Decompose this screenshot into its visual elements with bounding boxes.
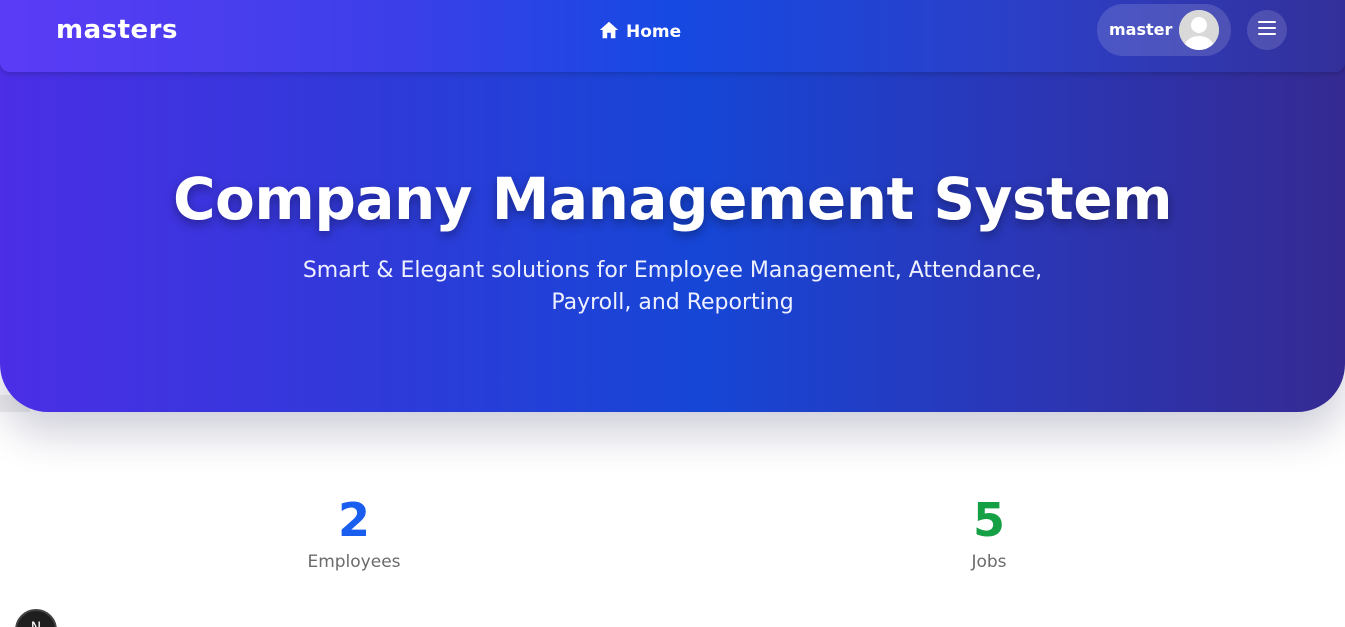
stat-jobs-value: 5 [972, 493, 1005, 547]
top-navbar: masters Home master [0, 0, 1345, 72]
hero-title: Company Management System [172, 165, 1173, 233]
dev-tools-badge[interactable]: N [15, 609, 57, 627]
page: masters Home master Company Management S… [0, 0, 1345, 627]
hero-subtitle: Smart & Elegant solutions for Employee M… [302, 258, 1043, 315]
hamburger-menu-icon [1257, 18, 1277, 42]
stat-employees: 2 Employees [254, 492, 454, 572]
nav-home-label: Home [626, 22, 682, 42]
stat-jobs-label: Jobs [971, 552, 1007, 572]
user-avatar-icon [1179, 10, 1219, 50]
nav-home-link[interactable]: Home [598, 19, 681, 45]
user-menu-button[interactable]: master [1097, 4, 1231, 56]
stat-employees-value: 2 [337, 493, 370, 547]
brand-logo[interactable]: masters [56, 15, 178, 45]
hamburger-menu-button[interactable] [1247, 10, 1287, 50]
home-icon [598, 19, 620, 46]
stat-employees-label: Employees [307, 552, 401, 572]
stat-jobs: 5 Jobs [889, 492, 1089, 572]
user-name: master [1109, 20, 1173, 39]
